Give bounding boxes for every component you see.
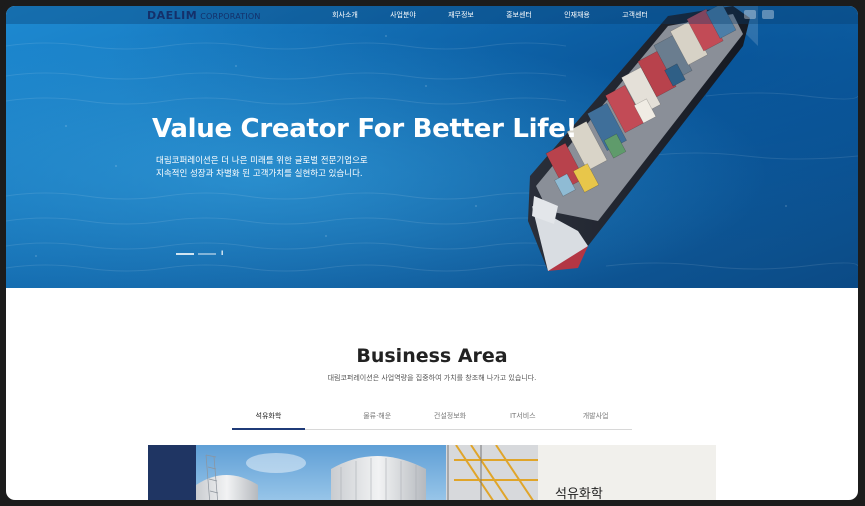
- tab-it-service[interactable]: IT서비스: [486, 408, 559, 429]
- hero-description-line-1: 대림코퍼레이션은 더 나은 미래를 위한 글로벌 전문기업으로: [156, 156, 368, 166]
- slide-indicator: II: [176, 250, 223, 257]
- panel-accent-block: [148, 445, 196, 500]
- tab-construction-it[interactable]: 건설정보화: [414, 408, 487, 429]
- logo-wordmark: DAELIM: [147, 9, 198, 22]
- menu-item-business[interactable]: 사업분야: [374, 10, 432, 20]
- business-area-title: Business Area: [356, 345, 508, 367]
- menu-item-customer[interactable]: 고객센터: [606, 10, 664, 20]
- logo-subtext: CORPORATION: [200, 12, 261, 21]
- menu-item-recruit[interactable]: 인재채용: [548, 10, 606, 20]
- tab-logistics-shipping[interactable]: 물류·해운: [341, 408, 414, 429]
- business-card[interactable]: 석유화학: [538, 445, 716, 500]
- tab-petrochemical[interactable]: 석유화학: [232, 408, 341, 430]
- business-tabs: 석유화학 물류·해운 건설정보화 IT서비스 개발사업: [232, 408, 632, 430]
- main-menu: 회사소개 사업분야 재무정보 홍보센터 인재채용 고객센터: [316, 10, 664, 20]
- container-ship-image: [528, 6, 758, 271]
- device-frame: DAELIM CORPORATION 회사소개 사업분야 재무정보 홍보센터 인…: [0, 0, 865, 506]
- daelim-logo[interactable]: DAELIM CORPORATION: [147, 9, 261, 22]
- business-card-title: 석유화학: [555, 487, 603, 500]
- pause-icon[interactable]: II: [221, 250, 223, 257]
- slide-dot-2[interactable]: [198, 252, 216, 255]
- tab-development[interactable]: 개발사업: [559, 408, 632, 429]
- utility-icons: [744, 10, 774, 19]
- petrochemical-plant-image: [196, 445, 538, 500]
- menu-item-pr[interactable]: 홍보센터: [490, 10, 548, 20]
- global-navigation: DAELIM CORPORATION 회사소개 사업분야 재무정보 홍보센터 인…: [6, 6, 858, 24]
- hero-banner: DAELIM CORPORATION 회사소개 사업분야 재무정보 홍보센터 인…: [6, 6, 858, 288]
- hero-description-line-2: 지속적인 성장과 차별화 된 고객가치를 실현하고 있습니다.: [156, 169, 363, 179]
- hero-title: Value Creator For Better Life!: [152, 114, 578, 144]
- slide-dot-1[interactable]: [176, 252, 194, 255]
- language-icon[interactable]: [744, 10, 756, 19]
- menu-item-finance[interactable]: 재무정보: [432, 10, 490, 20]
- menu-item-company[interactable]: 회사소개: [316, 10, 374, 20]
- business-panel: 석유화학: [148, 445, 716, 500]
- hero-description: 대림코퍼레이션은 더 나은 미래를 위한 글로벌 전문기업으로 지속적인 성장과…: [156, 155, 368, 181]
- browser-viewport: DAELIM CORPORATION 회사소개 사업분야 재무정보 홍보센터 인…: [6, 6, 858, 500]
- sitemap-icon[interactable]: [762, 10, 774, 19]
- plant-photo-art: [196, 445, 538, 500]
- business-area-subtitle: 대림코퍼레이션은 사업역량을 집중하여 가치를 창조해 나가고 있습니다.: [327, 374, 537, 382]
